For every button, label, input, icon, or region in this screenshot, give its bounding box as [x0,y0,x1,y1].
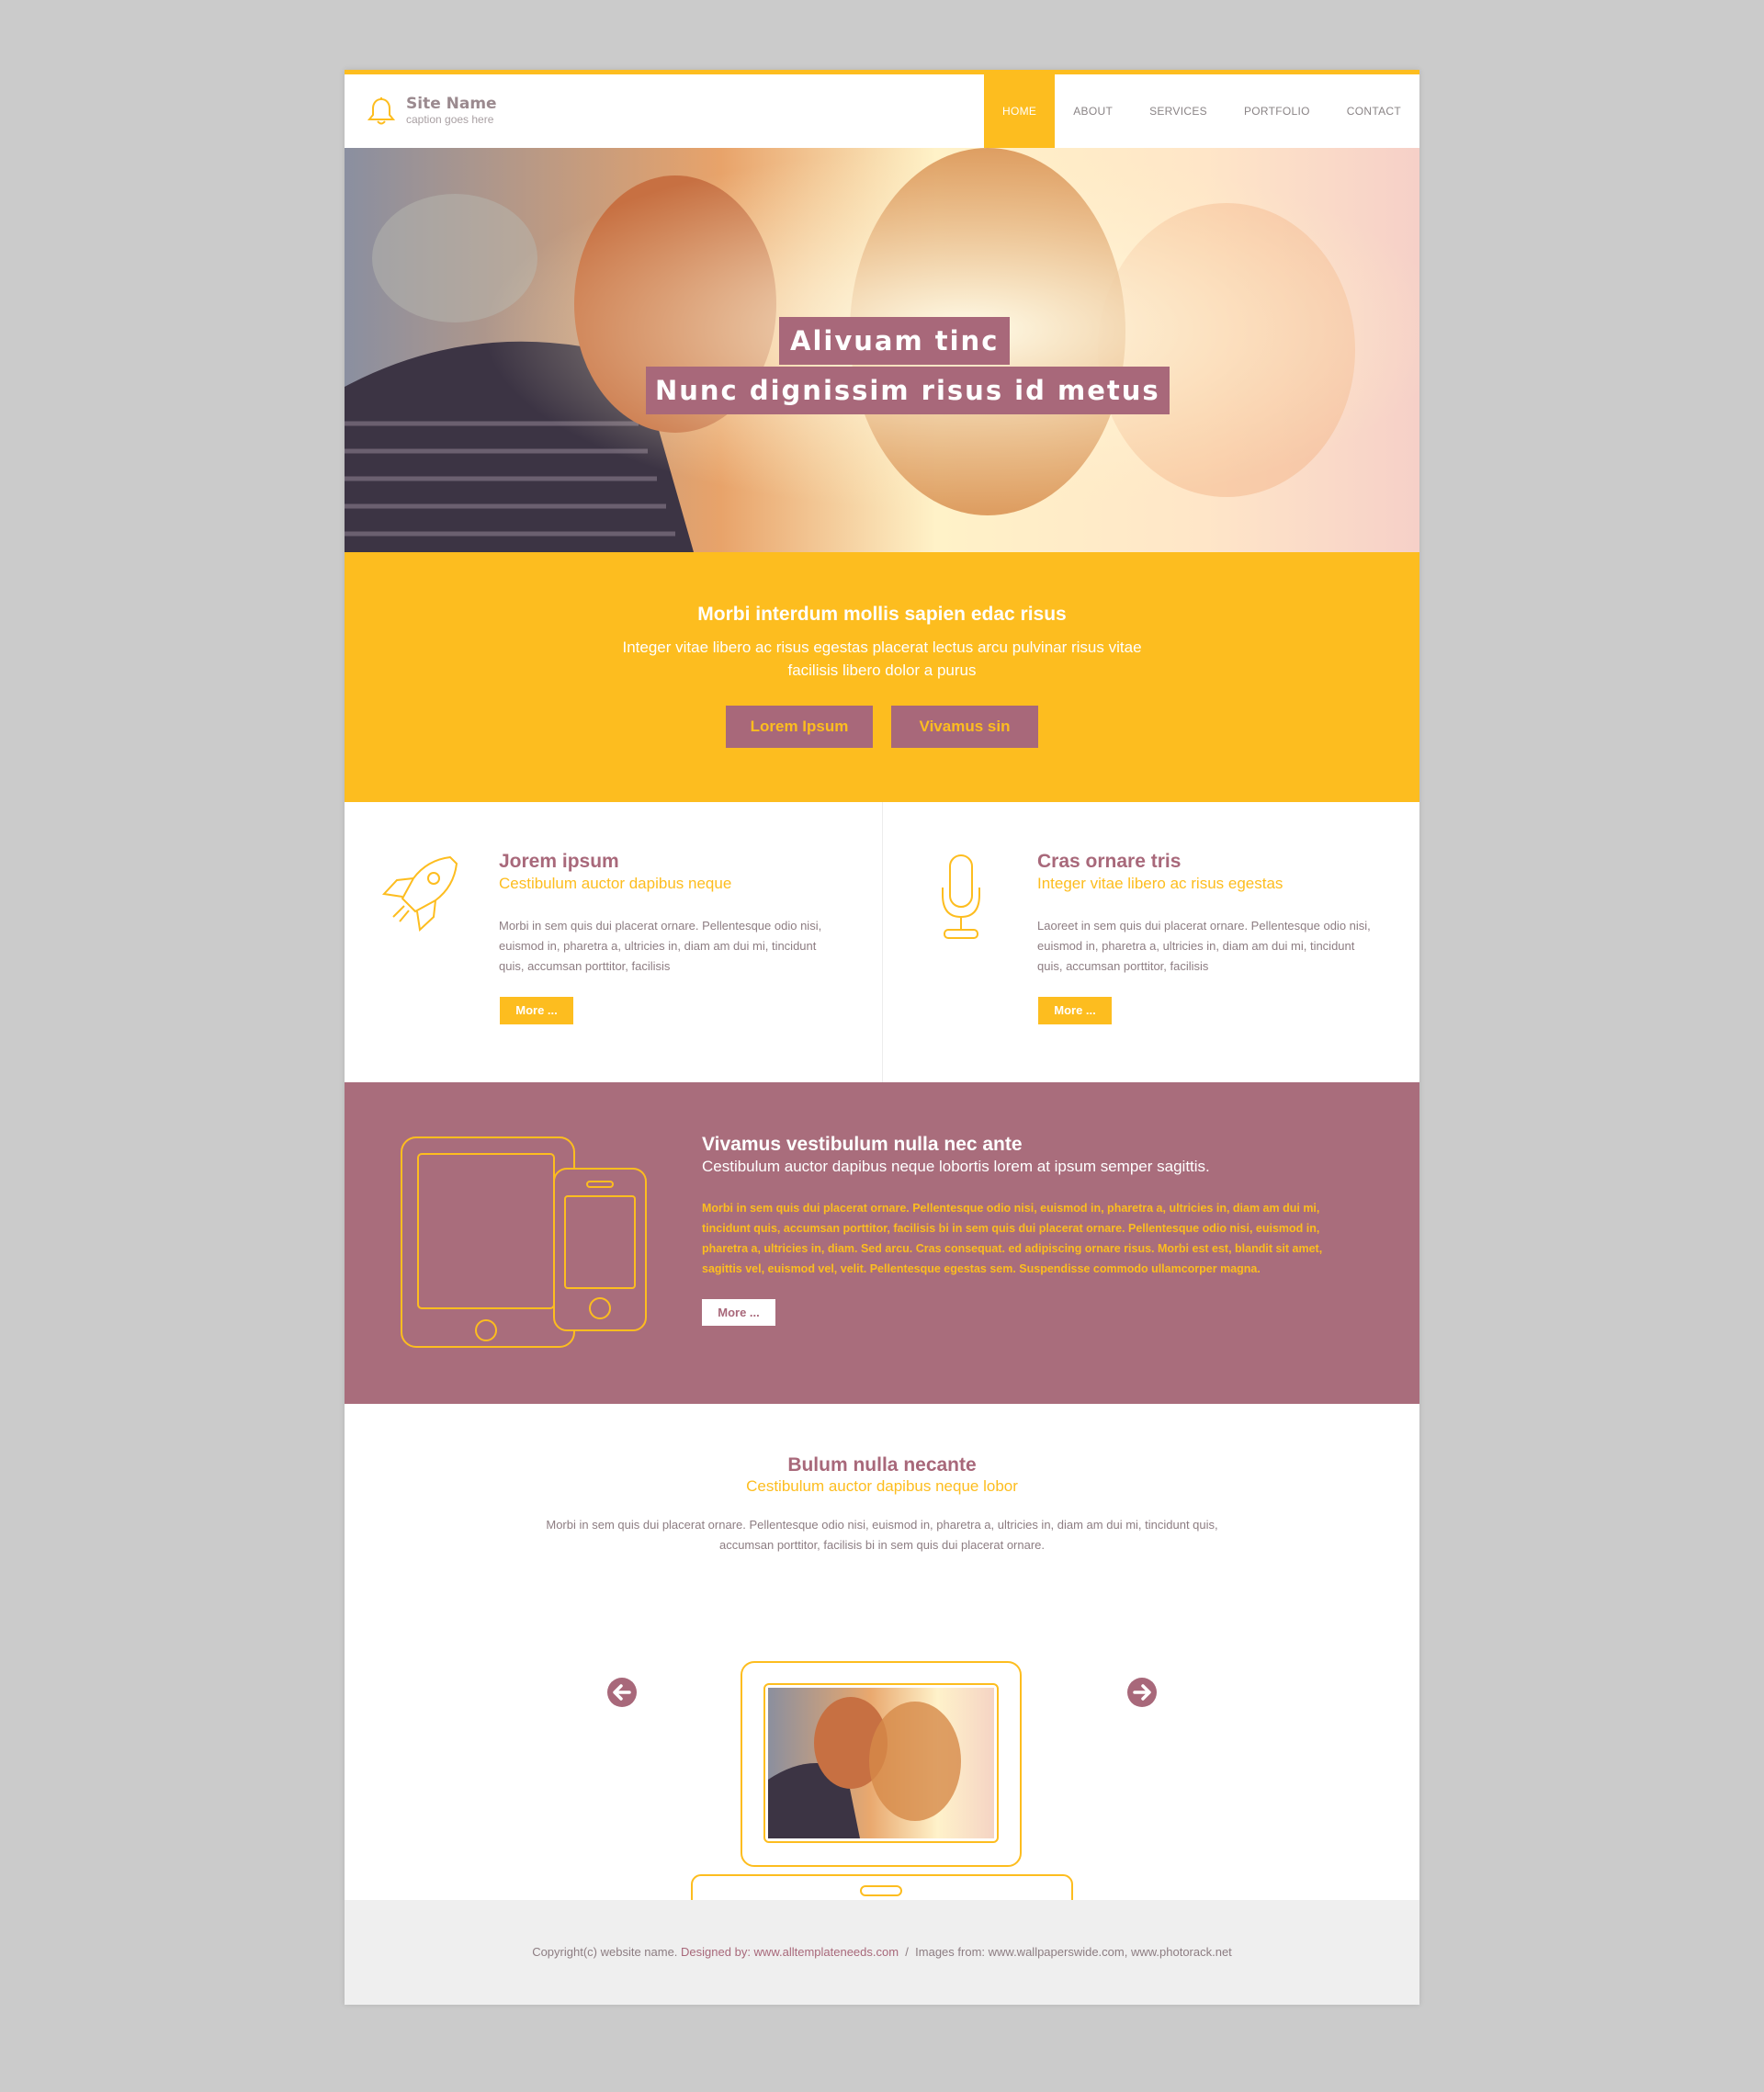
showcase-title: Vivamus vestibulum nulla nec ante [702,1134,1023,1155]
intro-band: Morbi interdum mollis sapien edac risus … [345,552,1419,802]
designed-by-link[interactable]: Designed by: www.alltemplateneeds.com [681,1945,899,1959]
more-button[interactable]: More ... [1038,997,1112,1024]
band-title: Morbi interdum mollis sapien edac risus [697,604,1067,625]
site-caption: caption goes here [406,113,494,126]
portfolio-title: Bulum nulla necante [787,1454,977,1476]
features: Jorem ipsum Cestibulum auctor dapibus ne… [345,802,1419,1082]
feature-subtitle: Integer vitae libero ac risus egestas [1037,875,1283,892]
microphone-icon [942,854,980,939]
feature-text: Morbi in sem quis dui placerat ornare. P… [499,919,822,973]
nav-home[interactable]: HOME [984,74,1056,148]
footer: Copyright(c) website name. Designed by: … [345,1900,1419,2005]
feature-card: Cras ornare tris Integer vitae libero ac… [882,802,1419,1082]
bell-icon [367,96,396,125]
feature-subtitle: Cestibulum auctor dapibus neque [499,875,732,892]
slide-photo [768,1688,994,1838]
feature-title: Cras ornare tris [1037,851,1182,872]
rocket-icon [381,855,458,933]
main-nav: HOME ABOUT SERVICES PORTFOLIO CONTACT [984,74,1419,148]
copyright-text: Copyright(c) website name. [532,1945,678,1959]
page: Site Name caption goes here HOME ABOUT S… [345,70,1419,2005]
footer-separator: / [905,1945,909,1959]
showcase-subtitle: Cestibulum auctor dapibus neque lobortis… [702,1158,1210,1175]
showcase-section: Vivamus vestibulum nulla nec ante Cestib… [345,1082,1419,1404]
arrow-left-icon[interactable] [607,1678,637,1707]
more-button[interactable]: More ... [500,997,573,1024]
header: Site Name caption goes here HOME ABOUT S… [345,74,1419,148]
portfolio-text: Morbi in sem quis dui placerat ornare. P… [546,1518,1218,1552]
site-name[interactable]: Site Name [406,95,497,113]
portfolio-subtitle: Cestibulum auctor dapibus neque lobor [746,1477,1018,1495]
feature-card: Jorem ipsum Cestibulum auctor dapibus ne… [345,802,882,1082]
nav-contact[interactable]: CONTACT [1329,74,1419,148]
vivamus-sin-button[interactable]: Vivamus sin [891,706,1038,748]
nav-about[interactable]: ABOUT [1055,74,1131,148]
nav-services[interactable]: SERVICES [1131,74,1226,148]
tablet-phone-icon [401,1136,647,1348]
arrow-right-icon[interactable] [1127,1678,1157,1707]
lorem-ipsum-button[interactable]: Lorem Ipsum [726,706,873,748]
nav-portfolio[interactable]: PORTFOLIO [1226,74,1329,148]
feature-text: Laoreet in sem quis dui placerat ornare.… [1037,919,1371,973]
more-button[interactable]: More ... [702,1299,775,1326]
feature-title: Jorem ipsum [499,851,619,872]
hero-headline: Alivuam tinc [779,317,1011,365]
hero-banner: Alivuam tinc Nunc dignissim risus id met… [345,148,1419,552]
images-from-text[interactable]: Images from: www.wallpaperswide.com, www… [915,1945,1232,1959]
showcase-text: Morbi in sem quis dui placerat ornare. P… [702,1202,1323,1275]
hero-subheadline: Nunc dignissim risus id metus [646,367,1170,414]
laptop-slider [691,1661,1073,1913]
band-text: Integer vitae libero ac risus egestas pl… [622,639,1142,679]
